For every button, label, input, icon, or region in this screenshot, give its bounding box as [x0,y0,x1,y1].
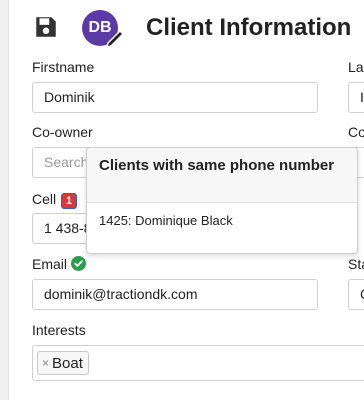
interests-input[interactable]: × Boat [32,345,364,381]
popover-list-item[interactable]: 1425: Dominique Black [87,203,357,238]
firstname-input[interactable]: Dominik [32,82,318,113]
save-icon [36,17,56,37]
pencil-icon[interactable] [104,26,128,50]
interests-label: Interests [32,322,86,338]
header: DB Client Information [0,0,364,56]
firstname-label: Firstname [32,59,95,75]
lastname-input[interactable]: I [348,82,364,113]
interest-tag[interactable]: × Boat [37,351,89,375]
cell-label: Cell [32,191,57,207]
sta-label: Sta [348,256,364,272]
tag-remove-icon[interactable]: × [42,356,49,370]
email-label: Email [32,256,68,272]
coowner-label: Co-owner [32,124,93,140]
check-circle-icon [71,256,86,271]
interest-tag-label: Boat [52,354,83,372]
email-input[interactable]: dominik@tractiondk.com [32,279,318,310]
co-label: Co [348,124,364,140]
sta-input[interactable]: C [348,279,364,310]
save-button[interactable] [32,14,60,42]
popover-title: Clients with same phone number [87,148,357,203]
lastname-label: La [348,59,364,75]
page-title: Client Information [146,14,352,41]
duplicate-count-badge[interactable]: 1 [61,193,77,209]
duplicate-phone-popover: Clients with same phone number 1425: Dom… [86,147,358,254]
